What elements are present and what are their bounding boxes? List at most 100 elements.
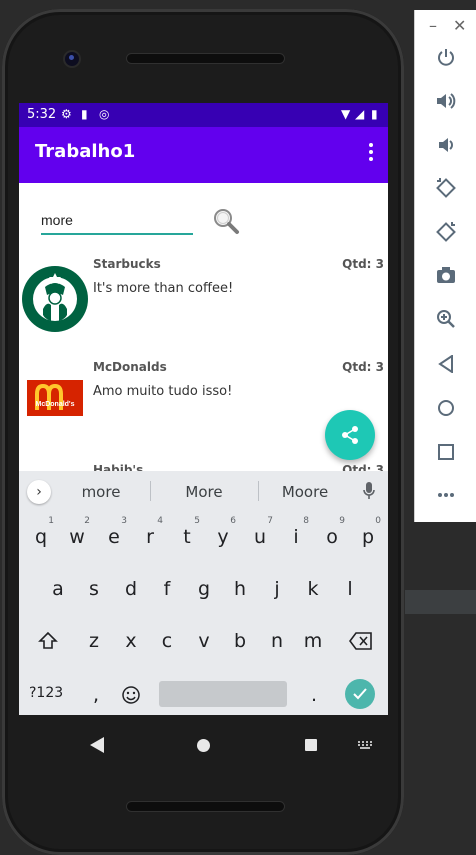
key-n[interactable]: n <box>262 621 292 661</box>
backspace-key[interactable] <box>346 621 376 661</box>
key-label: u <box>253 526 267 548</box>
item-name: McDonalds <box>93 360 167 374</box>
key-label: y <box>217 526 229 548</box>
starbucks-logo <box>21 265 89 333</box>
status-time: 5:32 <box>27 107 57 122</box>
keyboard-switch-icon[interactable] <box>358 741 372 750</box>
key-hint: 8 <box>303 516 309 526</box>
emoji-key[interactable] <box>116 675 146 715</box>
symbols-key[interactable]: ?123 <box>29 685 63 701</box>
nav-home-icon[interactable] <box>197 739 210 752</box>
key-hint: 1 <box>48 516 54 526</box>
overview-icon[interactable] <box>431 437 461 467</box>
list-item[interactable]: Starbucks Qtd: 3 It's more than coffee! <box>19 253 388 353</box>
settings-icon: ⚙ <box>61 107 72 121</box>
key-u[interactable]: u7 <box>245 516 275 557</box>
zoom-icon[interactable] <box>431 304 461 334</box>
app-title: Trabalho1 <box>35 141 136 162</box>
key-m[interactable]: m <box>298 621 328 661</box>
key-label: w <box>69 526 85 548</box>
app-bar: Trabalho1 <box>19 127 388 183</box>
volume-down-icon[interactable] <box>431 130 461 160</box>
search-row <box>19 183 388 253</box>
front-camera <box>65 52 79 66</box>
rotate-left-icon[interactable] <box>431 173 461 203</box>
key-hint: 2 <box>84 516 90 526</box>
key-t[interactable]: t5 <box>172 516 202 557</box>
key-o[interactable]: o9 <box>317 516 347 557</box>
chevron-right-icon[interactable]: › <box>27 480 51 504</box>
volume-up-icon[interactable] <box>431 86 461 116</box>
key-hint: 7 <box>267 516 273 526</box>
key-s[interactable]: s <box>79 569 109 609</box>
power-icon[interactable] <box>431 42 461 72</box>
data-saver-icon: ◎ <box>99 107 110 121</box>
suggestion-strip: › more More Moore <box>19 471 388 511</box>
signal-icon: ◢ <box>355 107 365 121</box>
nav-recents-icon[interactable] <box>305 739 317 751</box>
suggestion-divider <box>150 481 151 501</box>
key-a[interactable]: a <box>43 569 73 609</box>
period-key[interactable]: . <box>299 675 329 715</box>
key-r[interactable]: r4 <box>135 516 165 557</box>
key-x[interactable]: x <box>116 621 146 661</box>
item-description: Amo muito tudo isso! <box>93 384 233 399</box>
shift-key[interactable] <box>33 621 63 661</box>
nav-back-icon[interactable] <box>90 737 104 753</box>
suggestion-divider <box>258 481 259 501</box>
system-nav-bar <box>19 715 388 777</box>
key-p[interactable]: p0 <box>353 516 383 557</box>
rotate-right-icon[interactable] <box>431 217 461 247</box>
top-speaker <box>127 54 284 63</box>
status-bar: 5:32 ⚙ ▮ ◎ ▼ ◢ ▮ <box>19 103 388 127</box>
search-icon[interactable] <box>212 207 240 235</box>
camera-icon[interactable] <box>431 260 461 290</box>
enter-key[interactable] <box>345 679 375 709</box>
key-w[interactable]: w2 <box>62 516 92 557</box>
home-icon[interactable] <box>431 393 461 423</box>
key-j[interactable]: j <box>262 569 292 609</box>
key-b[interactable]: b <box>225 621 255 661</box>
more-icon[interactable] <box>431 480 461 510</box>
key-hint: 6 <box>230 516 236 526</box>
share-icon <box>342 426 358 444</box>
mic-icon[interactable] <box>362 481 376 501</box>
item-qtd: Qtd: 3 <box>342 257 384 271</box>
key-c[interactable]: c <box>152 621 182 661</box>
key-d[interactable]: d <box>116 569 146 609</box>
key-f[interactable]: f <box>152 569 182 609</box>
bottom-speaker <box>127 802 284 811</box>
back-icon[interactable] <box>431 349 461 379</box>
key-k[interactable]: k <box>298 569 328 609</box>
minimize-icon[interactable]: – <box>429 16 437 35</box>
key-hint: 4 <box>157 516 163 526</box>
key-h[interactable]: h <box>225 569 255 609</box>
ide-panel-strip <box>405 590 476 614</box>
key-v[interactable]: v <box>189 621 219 661</box>
key-i[interactable]: i8 <box>281 516 311 557</box>
key-l[interactable]: l <box>335 569 365 609</box>
search-input[interactable] <box>41 209 193 235</box>
suggestion-2[interactable]: More <box>159 483 249 501</box>
key-g[interactable]: g <box>189 569 219 609</box>
comma-key[interactable]: , <box>81 675 111 715</box>
close-icon[interactable]: ✕ <box>453 16 466 35</box>
key-e[interactable]: e3 <box>99 516 129 557</box>
suggestion-3[interactable]: Moore <box>260 483 350 501</box>
key-hint: 0 <box>375 516 381 526</box>
key-hint: 9 <box>339 516 345 526</box>
key-z[interactable]: z <box>79 621 109 661</box>
key-y[interactable]: y6 <box>208 516 238 557</box>
suggestion-1[interactable]: more <box>56 483 146 501</box>
key-q[interactable]: q1 <box>26 516 56 557</box>
soft-keyboard: › more More Moore q1 w2 e3 r4 t5 y6 u7 i… <box>19 471 388 715</box>
key-label: q <box>34 526 48 548</box>
wifi-icon: ▼ <box>341 107 351 121</box>
key-label: o <box>326 526 338 548</box>
emulator-side-panel: – ✕ <box>414 10 476 522</box>
overflow-menu-icon[interactable] <box>368 143 374 163</box>
space-key[interactable] <box>159 681 287 707</box>
key-label: i <box>293 526 299 548</box>
share-fab[interactable] <box>325 410 375 460</box>
emoji-icon <box>122 686 140 704</box>
